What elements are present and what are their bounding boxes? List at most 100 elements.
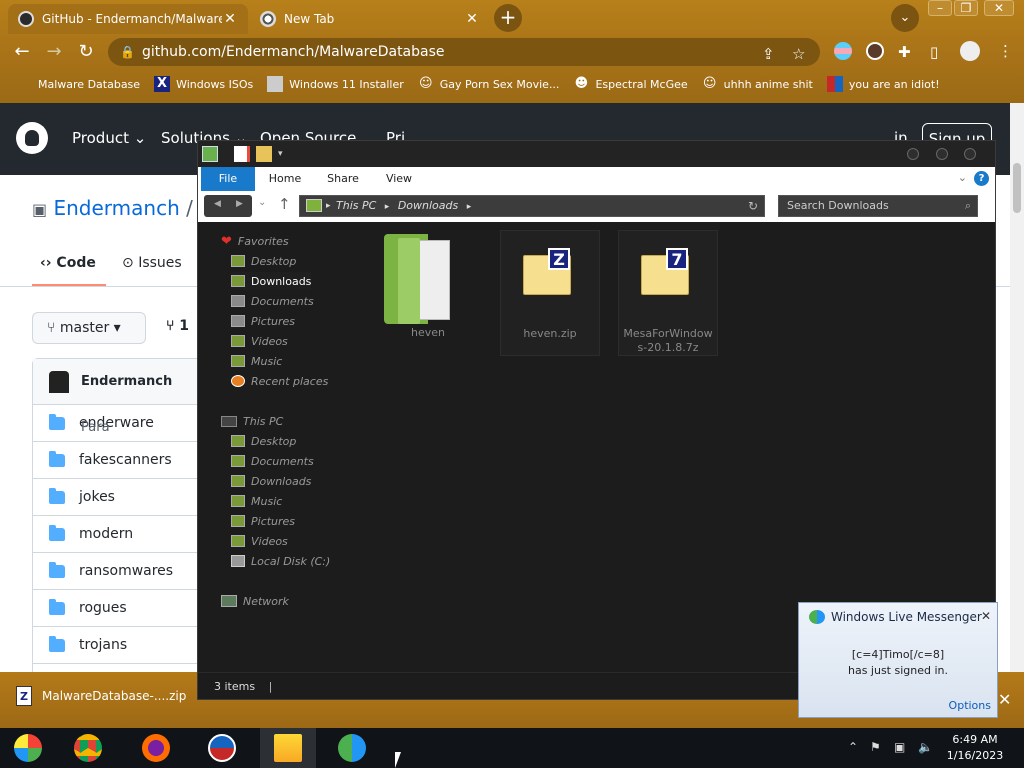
tab-new-tab[interactable]: New Tab ✕ — [250, 4, 490, 34]
file-item-heven-zip[interactable]: Z heven.zip — [500, 230, 600, 356]
nav-pc-downloads[interactable]: Downloads — [231, 472, 311, 490]
new-folder-icon[interactable] — [256, 146, 272, 162]
network-icon[interactable]: ▣ — [894, 740, 905, 754]
menu-dots-icon[interactable]: ⋮ — [998, 42, 1013, 60]
share-icon[interactable]: ⇪ — [762, 40, 775, 68]
close-button[interactable] — [964, 148, 976, 160]
nav-fav-music[interactable]: Music — [231, 352, 282, 370]
tab-home[interactable]: Home — [262, 167, 308, 191]
restore-icon[interactable]: ❐ — [954, 0, 978, 16]
tab-file[interactable]: File — [201, 167, 255, 191]
close-tab-icon[interactable]: ✕ — [222, 11, 238, 27]
refresh-icon[interactable]: ↻ — [744, 198, 762, 214]
address-bar[interactable]: 🔒 github.com/Endermanch/MalwareDatabase … — [108, 38, 820, 66]
nav-pc-documents[interactable]: Documents — [231, 452, 314, 470]
nav-this-pc[interactable]: This PC — [221, 412, 283, 430]
back-forward-buttons[interactable]: ◀ ▶ — [204, 195, 252, 217]
start-button[interactable] — [0, 728, 56, 768]
side-panel-icon[interactable]: ▯ — [930, 43, 938, 61]
nav-pc-videos[interactable]: Videos — [231, 532, 288, 550]
branch-selector[interactable]: ⑂ master ▾ — [32, 312, 146, 344]
forward-arrow-icon[interactable]: ▶ — [236, 199, 243, 209]
taskbar-app[interactable] — [194, 728, 250, 768]
expand-ribbon-icon[interactable]: ⌄ — [958, 171, 967, 184]
bookmark-windows-isos[interactable]: X Windows ISOs — [154, 76, 253, 92]
file-row[interactable]: trojans — [33, 627, 201, 664]
bookmark-espectral-mcgee[interactable]: ☻ Espectral McGee — [573, 76, 688, 92]
nav-fav-videos[interactable]: Videos — [231, 332, 288, 350]
close-download-bar-icon[interactable]: ✕ — [998, 690, 1011, 709]
file-row[interactable]: rogues — [33, 590, 201, 627]
properties-icon[interactable] — [234, 146, 250, 162]
help-icon[interactable]: ? — [974, 171, 989, 186]
back-arrow-icon[interactable]: ← — [10, 40, 34, 64]
nav-fav-pictures[interactable]: Pictures — [231, 312, 295, 330]
minimize-icon[interactable]: – — [928, 0, 952, 16]
system-clock[interactable]: 6:49 AM 1/16/2023 — [940, 732, 1010, 764]
bookmark-star-icon[interactable]: ☆ — [792, 40, 805, 68]
extension-flag-icon[interactable] — [834, 42, 852, 60]
extensions-puzzle-icon[interactable]: ✚ — [898, 43, 911, 61]
scrollbar-thumb[interactable] — [1013, 163, 1021, 213]
close-window-icon[interactable]: ✕ — [984, 0, 1014, 16]
search-input[interactable]: Search Downloads ⌕ — [778, 195, 978, 217]
maximize-button[interactable] — [936, 148, 948, 160]
nav-fav-desktop[interactable]: Desktop — [231, 252, 296, 270]
nav-product[interactable]: Product ⌄ — [72, 129, 146, 147]
show-hidden-icons[interactable]: ⌃ — [848, 740, 858, 754]
close-tab-icon[interactable]: ✕ — [464, 11, 480, 27]
nav-fav-recent[interactable]: Recent places — [231, 372, 328, 390]
address-bar[interactable]: ▸ This PC ▸ Downloads ▸ ↻ — [299, 195, 765, 217]
nav-favorites[interactable]: ❤ Favorites — [221, 232, 289, 250]
options-link[interactable]: Options — [949, 699, 991, 712]
tab-code[interactable]: ‹› Code — [40, 255, 96, 271]
bookmark-video-site[interactable]: ☺ Gay Porn Sex Movie... — [418, 76, 559, 92]
file-item-mesa-7z[interactable]: 7 MesaForWindows-20.1.8.7z — [618, 230, 718, 356]
bookmark-anime[interactable]: ☺ uhhh anime shit — [702, 76, 813, 92]
recent-locations-icon[interactable]: ⌄ — [258, 197, 266, 208]
bookmark-malware-database[interactable]: Malware Database — [16, 76, 140, 92]
branch-count[interactable]: ⑂ 1 — [166, 318, 189, 334]
extension-avatar-icon[interactable] — [866, 42, 884, 60]
nav-pc-local-disk[interactable]: Local Disk (C:) — [231, 552, 330, 570]
repo-owner-link[interactable]: Endermanch — [53, 196, 179, 220]
file-row[interactable]: ransomwares — [33, 553, 201, 590]
minimize-button[interactable] — [907, 148, 919, 160]
breadcrumb-this-pc[interactable]: This PC — [336, 199, 376, 212]
taskbar-chrome[interactable] — [60, 728, 116, 768]
forward-arrow-icon[interactable]: → — [42, 40, 66, 64]
taskbar-messenger[interactable] — [324, 728, 380, 768]
nav-pc-music[interactable]: Music — [231, 492, 282, 510]
github-logo-icon[interactable] — [16, 122, 48, 154]
taskbar-file-explorer[interactable] — [260, 728, 316, 768]
bookmark-windows-11-installer[interactable]: Windows 11 Installer — [267, 76, 404, 92]
breadcrumb-downloads[interactable]: Downloads — [398, 199, 458, 212]
nav-fav-downloads[interactable]: Downloads — [231, 272, 312, 290]
up-arrow-icon[interactable]: ↑ — [278, 195, 291, 213]
tab-search-chevron-icon[interactable]: ⌄ — [891, 4, 919, 32]
tab-view[interactable]: View — [376, 167, 422, 191]
profile-icon[interactable] — [960, 41, 980, 61]
back-arrow-icon[interactable]: ◀ — [214, 199, 221, 209]
bookmark-you-are-an-idiot[interactable]: you are an idiot! — [826, 76, 940, 92]
nav-pc-pictures[interactable]: Pictures — [231, 512, 295, 530]
nav-pc-desktop[interactable]: Desktop — [231, 432, 296, 450]
file-row[interactable]: modern — [33, 516, 201, 553]
tab-issues[interactable]: ⊙ Issues — [122, 255, 182, 271]
file-row[interactable]: fakescanners — [33, 442, 201, 479]
download-item[interactable]: Z MalwareDatabase-....zip — [16, 686, 186, 706]
explorer-titlebar[interactable]: ▾ — [198, 141, 995, 167]
page-scrollbar[interactable] — [1010, 103, 1024, 672]
file-row[interactable]: enderware — [33, 405, 201, 442]
tab-share[interactable]: Share — [320, 167, 366, 191]
taskbar-firefox[interactable] — [128, 728, 184, 768]
nav-network[interactable]: Network — [221, 592, 289, 610]
volume-icon[interactable]: 🔈 — [918, 740, 933, 754]
nav-fav-documents[interactable]: Documents — [231, 292, 314, 310]
tab-github[interactable]: GitHub - Endermanch/MalwareDa ✕ — [8, 4, 248, 34]
new-tab-button[interactable]: + — [494, 4, 522, 32]
file-item-heven[interactable]: heven — [378, 230, 478, 356]
reload-icon[interactable]: ↻ — [74, 40, 98, 64]
messenger-notification[interactable]: Windows Live Messenger ✕ [c=4]Timo[/c=8]… — [798, 602, 998, 718]
action-center-flag-icon[interactable]: ⚑ — [870, 740, 881, 754]
